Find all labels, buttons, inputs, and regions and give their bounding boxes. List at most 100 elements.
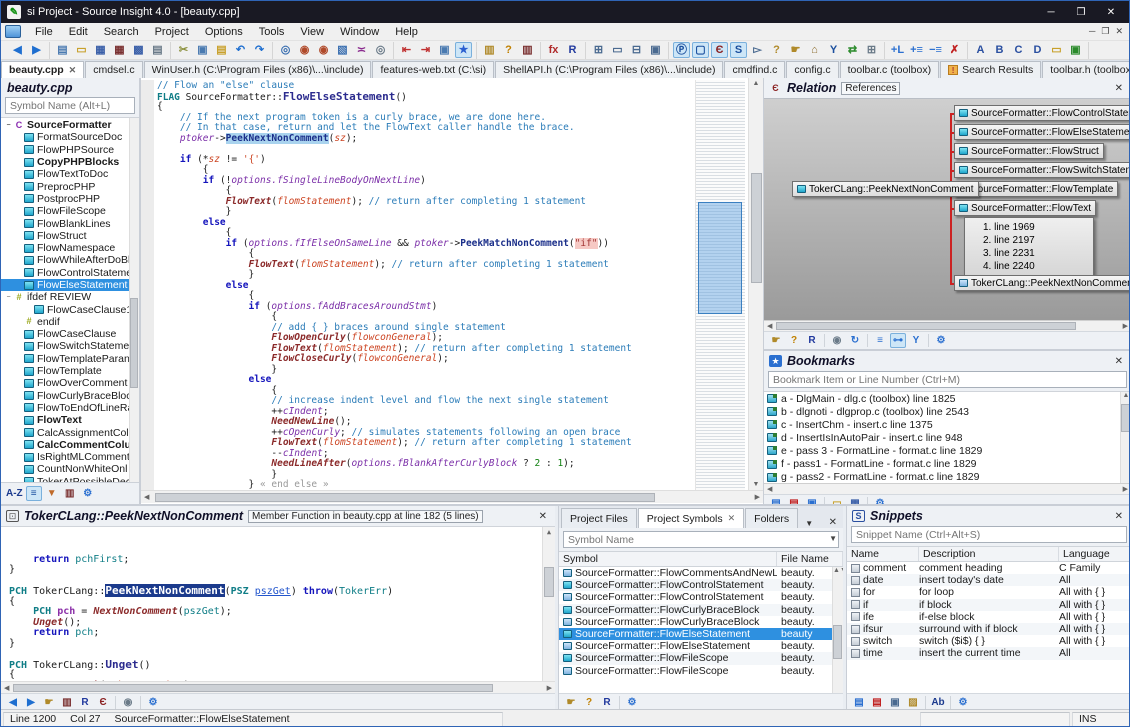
symbol-tree-item[interactable]: FlowControlStateme xyxy=(1,267,139,279)
sort-alpha-icon[interactable]: A-Z xyxy=(5,486,24,501)
snippets-close-icon[interactable]: ✕ xyxy=(1112,511,1126,522)
link-window-icon[interactable]: ▻ xyxy=(749,42,766,58)
bookmarks-horizontal-scrollbar[interactable]: ◀▶ xyxy=(764,483,1130,494)
book-icon[interactable]: ▥ xyxy=(62,486,78,501)
graph-view-icon[interactable]: ⊶ xyxy=(890,333,906,348)
project-symbol-filter-input[interactable] xyxy=(563,531,839,548)
relation-node[interactable]: SourceFormatter::FlowSwitchStatement xyxy=(954,162,1130,178)
symbol-tree-item[interactable]: FlowNamespace xyxy=(1,242,139,254)
project-tab-project-symbols[interactable]: Project Symbols✕ xyxy=(638,508,744,528)
scroll-right-icon[interactable]: ▶ xyxy=(1123,485,1128,493)
help-mode-icon[interactable]: ? xyxy=(500,42,517,58)
column-name[interactable]: Name xyxy=(847,547,919,561)
snippet-row[interactable]: ifif blockAll with { } xyxy=(847,599,1130,611)
relation-icon[interactable]: Є xyxy=(95,695,111,710)
reference-line-item[interactable]: 1. line 1969 xyxy=(983,221,1085,234)
symbol-tree-item[interactable]: FlowText xyxy=(1,414,139,426)
refresh-icon[interactable]: ↻ xyxy=(847,333,863,348)
contents-icon[interactable]: ▥ xyxy=(519,42,536,58)
replace-icon[interactable]: ≍ xyxy=(353,42,370,58)
script-icon[interactable]: R xyxy=(804,333,820,348)
symbol-tree-item[interactable]: CalcAssignmentCol xyxy=(1,426,139,438)
relation-node[interactable]: SourceFormatter::FlowStruct xyxy=(954,143,1104,159)
scroll-down-icon[interactable]: ▼ xyxy=(753,481,760,488)
new-file-icon[interactable]: ▤ xyxy=(54,42,71,58)
file-tab[interactable]: ShellAPI.h (C:\Program Files (x86)\...\i… xyxy=(495,61,723,78)
symbol-tree-item[interactable]: FlowCaseClause xyxy=(1,328,139,340)
indent-increase-icon[interactable]: +≡ xyxy=(908,42,925,58)
project-symbol-row[interactable]: SourceFormatter::FlowControlStatementbea… xyxy=(559,591,843,603)
menu-help[interactable]: Help xyxy=(387,24,426,40)
indent-decrease-icon[interactable]: −≡ xyxy=(927,42,944,58)
symbol-tree-item[interactable]: IsRightMLComment xyxy=(1,451,139,463)
lock-icon[interactable]: ◉ xyxy=(829,333,845,348)
column-description[interactable]: Description xyxy=(919,547,1059,561)
tile-single-icon[interactable]: ▭ xyxy=(609,42,626,58)
mdi-close-button[interactable]: ✕ xyxy=(1115,26,1123,37)
new-snippet-icon[interactable]: ▤ xyxy=(851,695,867,710)
bookmark-item[interactable]: e - pass 3 - FormatLine - format.c line … xyxy=(764,444,1130,457)
file-tab[interactable]: cmdfind.c xyxy=(724,61,785,78)
snippet-row[interactable]: forfor loopAll with { } xyxy=(847,586,1130,598)
menu-view[interactable]: View xyxy=(292,24,332,40)
menu-window[interactable]: Window xyxy=(332,24,387,40)
context-code[interactable]: return pchFirst;} PCH TokerCLang::PeekNe… xyxy=(1,526,555,681)
save-all-icon[interactable]: ▩ xyxy=(130,42,147,58)
file-tab[interactable]: WinUser.h (C:\Program Files (x86)\...\in… xyxy=(144,61,372,78)
symbol-tree-item[interactable]: FlowWhileAfterDoBl xyxy=(1,254,139,266)
insert-snippet-icon[interactable]: ▣ xyxy=(887,695,903,710)
cut-icon[interactable]: ✂ xyxy=(175,42,192,58)
menu-tools[interactable]: Tools xyxy=(251,24,293,40)
snippet-row[interactable]: commentcomment headingC Family xyxy=(847,562,1130,574)
symbol-tree-item[interactable]: CalcCommentColur xyxy=(1,439,139,451)
project-symbol-row[interactable]: SourceFormatter::FlowCurlyBraceBlockbeau… xyxy=(559,616,843,628)
draft-view-icon[interactable]: Ⓟ xyxy=(673,42,690,58)
minimap-viewport[interactable] xyxy=(698,202,742,314)
script-icon[interactable]: R xyxy=(77,695,93,710)
bookmark-item[interactable]: c - InsertChm - insert.c line 1375 xyxy=(764,418,1130,431)
symbol-tree-item[interactable]: FlowTextToDoc xyxy=(1,168,139,180)
save-as-icon[interactable]: ▦ xyxy=(111,42,128,58)
menu-search[interactable]: Search xyxy=(96,24,147,40)
search-files-icon[interactable]: ▧ xyxy=(334,42,351,58)
project-panel-close-icon[interactable]: ✕ xyxy=(823,517,843,528)
book-icon[interactable]: ▥ xyxy=(59,695,75,710)
script-icon[interactable]: R xyxy=(599,695,615,710)
scroll-right-icon[interactable]: ▶ xyxy=(755,493,760,501)
add-line-icon[interactable]: +L xyxy=(889,42,906,58)
symbol-tree-item[interactable]: FlowSwitchStatemer xyxy=(1,340,139,352)
context-close-icon[interactable]: ✕ xyxy=(536,511,550,522)
symbol-tree-item[interactable]: FlowBlankLines xyxy=(1,217,139,229)
symbol-tree-item[interactable]: FlowTemplate xyxy=(1,365,139,377)
bookmark-item[interactable]: a - DlgMain - dlg.c (toolbox) line 1825 xyxy=(764,392,1130,405)
project-symbol-row[interactable]: SourceFormatter::FlowCommentsAndNewLineb… xyxy=(559,567,843,579)
symbol-tree-item[interactable]: FlowStruct xyxy=(1,230,139,242)
project-list-scrollbar[interactable]: ▲▼ xyxy=(832,567,843,693)
snippet-row[interactable]: ifeif-else blockAll with { } xyxy=(847,611,1130,623)
frame-view-icon[interactable]: ▢ xyxy=(692,42,709,58)
clips-edit-icon[interactable]: ▣ xyxy=(1067,42,1084,58)
relation-node[interactable]: SourceFormatter::FlowControlStatemen xyxy=(954,105,1130,121)
properties-icon[interactable]: ▨ xyxy=(905,695,921,710)
relation-node[interactable]: SourceFormatter::FlowTemplate xyxy=(954,181,1118,197)
file-tab[interactable]: beauty.cpp✕ xyxy=(1,61,84,78)
snippet-row[interactable]: switchswitch ($i$) { }All with { } xyxy=(847,635,1130,647)
combo-chevron-icon[interactable]: ▼ xyxy=(829,534,837,543)
copy-icon[interactable]: ▣ xyxy=(194,42,211,58)
tree-view-icon[interactable]: Y xyxy=(908,333,924,348)
column-language[interactable]: Language xyxy=(1059,547,1130,561)
tree-expander-icon[interactable]: − xyxy=(4,122,13,129)
symbol-tree-item[interactable]: −CSourceFormatter xyxy=(1,119,139,131)
goto-definition-icon[interactable]: ▣ xyxy=(436,42,453,58)
scroll-right-icon[interactable]: ▶ xyxy=(547,684,552,692)
search-icon[interactable]: ◎ xyxy=(277,42,294,58)
file-tab[interactable]: toolbar.c (toolbox) xyxy=(840,61,939,78)
symbol-tree-item[interactable]: FlowElseStatement xyxy=(1,279,139,291)
clip-d-icon[interactable]: D xyxy=(1029,42,1046,58)
delete-snippet-icon[interactable]: ▤ xyxy=(869,695,885,710)
sync-icon[interactable]: ⇄ xyxy=(844,42,861,58)
snippet-row[interactable]: dateinsert today's dateAll xyxy=(847,574,1130,586)
project-tab-project-files[interactable]: Project Files xyxy=(561,508,637,528)
help-icon[interactable]: ? xyxy=(581,695,597,710)
relation-graph[interactable]: SourceFormatter::FlowControlStatemenSour… xyxy=(764,98,1130,320)
